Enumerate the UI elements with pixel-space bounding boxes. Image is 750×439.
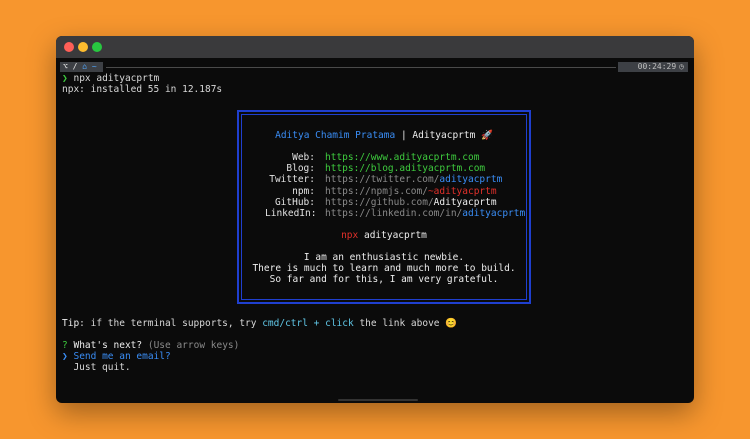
prompt-segment-1: ⌥ / <box>63 62 78 71</box>
link-label: npm: <box>292 185 315 197</box>
link-url-web[interactable]: https://www.adityacprtm.com <box>325 152 479 163</box>
business-card: Aditya Chamim Pratama | Adityacprtm 🚀 We… <box>237 110 531 304</box>
menu-question: ? What's next? (Use arrow keys) <box>62 340 239 351</box>
question-hint: (Use arrow keys) <box>147 340 240 351</box>
menu-option-quit[interactable]: Just quit. <box>62 362 131 373</box>
command-text: npx adityacprtm <box>73 73 160 84</box>
link-row-npm: npm: https://npmjs.com/~adityacprtm <box>265 186 525 197</box>
tip-text-2: the link above <box>353 318 446 329</box>
card-name: Aditya Chamim Pratama <box>275 130 396 141</box>
link-label: Twitter: <box>269 174 315 186</box>
terminal-body[interactable]: ⌥ / ⌂ ~ 00:24:29 ◷ ❯ npx adityacprtm npx:… <box>56 60 694 403</box>
link-url-npm[interactable]: https://npmjs.com/~adityacprtm <box>325 186 497 197</box>
tip-line: Tip: if the terminal supports, try cmd/c… <box>62 318 457 329</box>
command-line: ❯ npx adityacprtm <box>62 73 159 84</box>
clock-icon: ◷ <box>679 62 684 71</box>
bio-line-2: There is much to learn and much more to … <box>252 263 516 274</box>
option-quit-label: Just quit. <box>73 362 131 373</box>
prompt-segment-2: ⌂ ~ <box>82 62 97 71</box>
link-label: LinkedIn: <box>265 207 317 219</box>
npx-word: npx <box>341 230 359 241</box>
prompt-char: ❯ <box>62 73 68 84</box>
link-url-twitter[interactable]: https://twitter.com/adityacprtm <box>325 174 502 185</box>
link-url-linkedin[interactable]: https://linkedin.com/in/adityacprtm <box>325 208 525 219</box>
link-url-blog[interactable]: https://blog.adityacprtm.com <box>325 163 485 174</box>
npx-package: adityacprtm <box>363 230 427 241</box>
link-url-github[interactable]: https://github.com/Adityacprtm <box>325 197 497 208</box>
scroll-indicator[interactable] <box>338 399 418 401</box>
zoom-button[interactable] <box>92 42 102 52</box>
prompt-time: 00:24:29 <box>637 62 677 71</box>
bio-line-1: I am an enthusiastic newbie. <box>303 252 465 263</box>
title-bar <box>56 36 694 58</box>
link-row-linkedin: LinkedIn: https://linkedin.com/in/adityac… <box>265 208 525 219</box>
link-label: GitHub: <box>274 196 315 208</box>
tip-keys: cmd/ctrl + click <box>262 318 354 329</box>
card-separator: | <box>400 130 407 141</box>
menu-option-email[interactable]: ❯ Send me an email? <box>62 351 171 362</box>
minimize-button[interactable] <box>78 42 88 52</box>
prompt-path-segment: ⌥ / ⌂ ~ <box>60 62 103 72</box>
tip-label: Tip <box>62 318 80 329</box>
link-label: Web: <box>292 152 315 163</box>
prompt-divider <box>106 67 616 68</box>
tip-text-1: : if the terminal supports, try <box>79 318 263 329</box>
link-row-blog: Blog: https://blog.adityacprtm.com <box>265 163 525 174</box>
link-row-twitter: Twitter: https://twitter.com/adityacprtm <box>265 174 525 185</box>
question-text: What's next? <box>73 340 143 351</box>
option-email-label: Send me an email? <box>73 351 171 362</box>
link-label: Blog: <box>286 163 315 175</box>
bio-line-3: So far and for this, I am very grateful. <box>269 274 499 285</box>
question-mark: ? <box>62 340 68 351</box>
card-npx-command: npx adityacprtm <box>239 230 529 241</box>
link-row-github: GitHub: https://github.com/Adityacprtm <box>265 197 525 208</box>
terminal-window: ⌥ / ⌂ ~ 00:24:29 ◷ ❯ npx adityacprtm npx:… <box>56 36 694 403</box>
smile-icon: 😊 <box>445 318 458 329</box>
card-handle: Adityacprtm <box>412 130 476 141</box>
prompt-bar: ⌥ / ⌂ ~ 00:24:29 ◷ <box>60 62 688 72</box>
install-message: npx: installed 55 in 12.187s <box>62 84 223 95</box>
menu-pointer: ❯ <box>62 351 68 362</box>
card-header: Aditya Chamim Pratama | Adityacprtm 🚀 <box>239 130 529 141</box>
link-row-web: Web: https://www.adityacprtm.com <box>265 152 525 163</box>
close-button[interactable] <box>64 42 74 52</box>
prompt-time-segment: 00:24:29 ◷ <box>618 62 688 72</box>
card-links: Web: https://www.adityacprtm.com Blog: htt… <box>265 152 525 219</box>
rocket-icon: 🚀 <box>481 130 493 141</box>
